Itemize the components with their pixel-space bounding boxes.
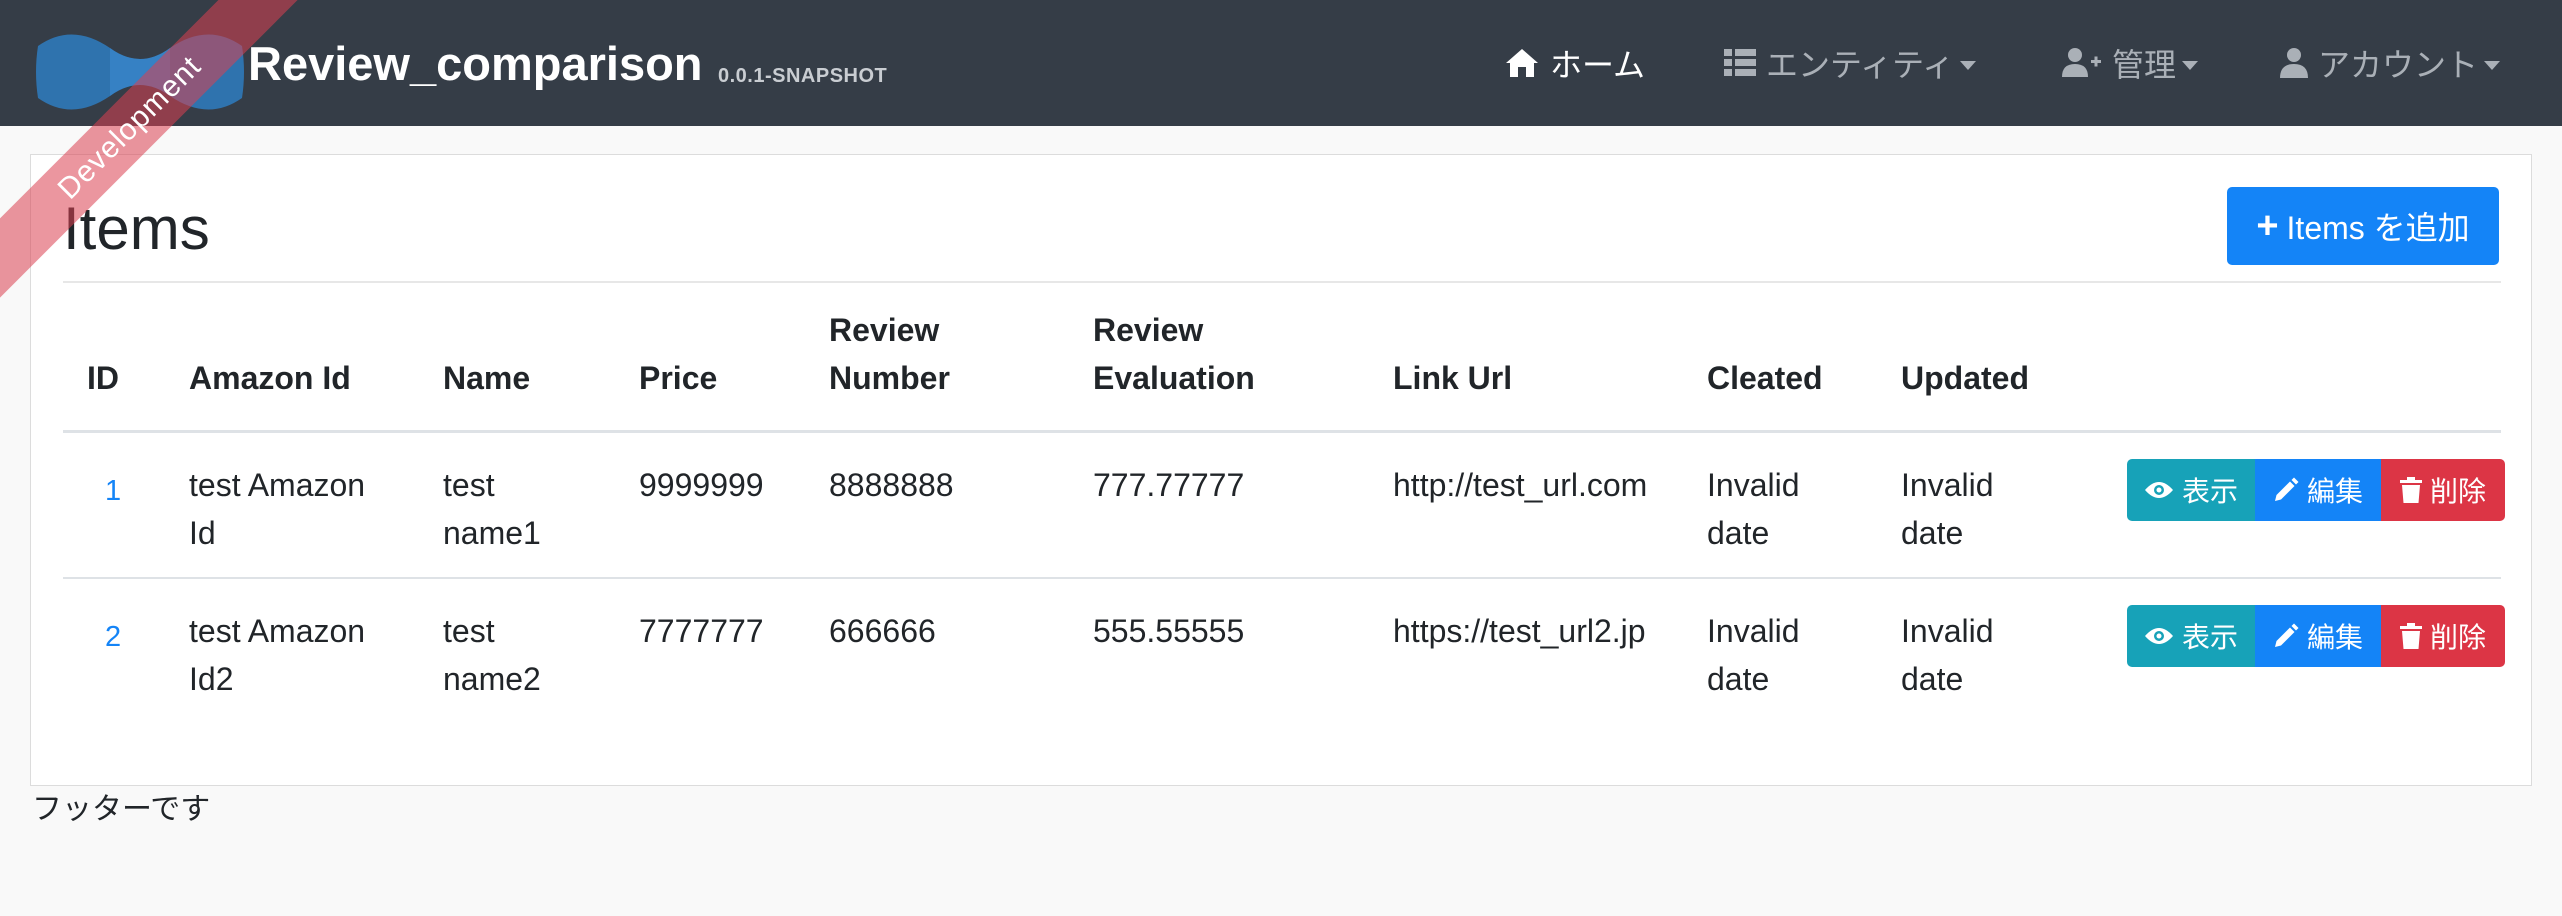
view-button-label: 表示 (2181, 622, 2238, 653)
edit-button[interactable]: 編集 (2255, 605, 2381, 667)
cell-link-url: http://test_url.com (1393, 467, 1648, 503)
cell-review-number: 666666 (829, 613, 936, 649)
pencil-icon (2273, 623, 2299, 649)
col-header-review-number-line1: Review (829, 312, 940, 348)
edit-button-label: 編集 (2306, 622, 2363, 653)
chevron-down-icon (2484, 60, 2501, 70)
cell-cleated: Invalid date (1707, 607, 1800, 703)
cell-name-line2: name2 (443, 661, 541, 697)
nav-admin-label: 管理 (2112, 47, 2177, 83)
delete-button[interactable]: 削除 (2381, 459, 2505, 521)
col-header-review-number[interactable]: Review Number (829, 306, 950, 402)
cell-cleated-line1: Invalid (1707, 613, 1800, 649)
col-header-review-evaluation-line1: Review (1093, 312, 1204, 348)
cell-updated-line1: Invalid (1901, 613, 1994, 649)
cell-review-number: 8888888 (829, 467, 954, 503)
chevron-down-icon (2182, 60, 2199, 70)
cell-updated-line2: date (1901, 515, 1964, 551)
edit-button-label: 編集 (2306, 476, 2363, 507)
brand-title[interactable]: Review_comparison (248, 36, 703, 92)
plus-icon: + (2256, 205, 2279, 247)
table-header: ID Amazon Id Name Price Review Number Re… (63, 283, 2501, 433)
list-icon (1724, 48, 1756, 78)
cell-review-evaluation: 555.55555 (1093, 613, 1245, 649)
pencil-icon (2273, 477, 2299, 503)
nav-admin[interactable]: 管理 (2062, 38, 2199, 88)
view-button-label: 表示 (2181, 476, 2238, 507)
col-header-amazon-id[interactable]: Amazon Id (189, 354, 351, 402)
cell-updated-line1: Invalid (1901, 467, 1994, 503)
col-header-review-evaluation-line2: Evaluation (1093, 360, 1255, 396)
col-header-cleated[interactable]: Cleated (1707, 354, 1823, 402)
col-header-id[interactable]: ID (87, 354, 119, 402)
cell-cleated-line2: date (1707, 661, 1770, 697)
cell-cleated-line2: date (1707, 515, 1770, 551)
cell-amazon-id: test Amazon Id (189, 461, 365, 557)
brand-logo[interactable] (32, 26, 248, 118)
cell-name-line2: name1 (443, 515, 541, 551)
table-row: 1 test Amazon Id test name1 9999999 8888… (63, 433, 2505, 579)
eye-icon (2144, 626, 2174, 646)
row-actions: 表示 編集 削除 (2127, 459, 2505, 521)
view-button[interactable]: 表示 (2127, 459, 2255, 521)
items-table: ID Amazon Id Name Price Review Number Re… (63, 283, 2505, 725)
nav-entities[interactable]: エンティティ (1724, 38, 1977, 88)
col-header-review-number-line2: Number (829, 360, 950, 396)
cell-amazon-id-line1: test Amazon (189, 613, 366, 649)
footer-text: フッターです (32, 793, 211, 826)
col-header-name[interactable]: Name (443, 354, 530, 402)
cell-name-line1: test (443, 467, 495, 503)
user-icon (2280, 47, 2308, 79)
nav-home-label: ホーム (1550, 47, 1646, 83)
cell-updated: Invalid date (1901, 461, 1994, 557)
nav-home[interactable]: ホーム (1504, 38, 1645, 88)
table-row: 2 test Amazon Id2 test name2 7777777 666… (63, 579, 2505, 725)
col-header-link-url[interactable]: Link Url (1393, 354, 1512, 402)
add-item-label: Items を追加 (2286, 210, 2470, 246)
nav-account[interactable]: アカウント (2280, 38, 2501, 88)
col-header-price[interactable]: Price (639, 354, 717, 402)
cell-updated: Invalid date (1901, 607, 1994, 703)
cell-cleated: Invalid date (1707, 461, 1800, 557)
home-icon (1504, 47, 1540, 79)
row-actions: 表示 編集 削除 (2127, 605, 2505, 667)
delete-button[interactable]: 削除 (2381, 605, 2505, 667)
delete-button-label: 削除 (2429, 476, 2486, 507)
brand-version: 0.0.1-SNAPSHOT (718, 65, 888, 87)
view-button[interactable]: 表示 (2127, 605, 2255, 667)
page-title: Items (63, 195, 210, 262)
row-id-link[interactable]: 1 (105, 467, 121, 515)
user-plus-icon (2062, 47, 2102, 79)
add-item-button[interactable]: + Items を追加 (2227, 187, 2499, 265)
nav-account-label: アカウント (2318, 47, 2479, 83)
cell-price: 7777777 (639, 613, 764, 649)
cell-amazon-id-line2: Id (189, 515, 216, 551)
cell-name-line1: test (443, 613, 495, 649)
trash-icon (2399, 477, 2422, 503)
trash-icon (2399, 623, 2422, 649)
cell-amazon-id: test Amazon Id2 (189, 607, 365, 703)
cell-link-url: https://test_url2.jp (1393, 613, 1646, 649)
cell-price: 9999999 (639, 467, 764, 503)
col-header-review-evaluation[interactable]: Review Evaluation (1093, 306, 1255, 402)
row-id-link[interactable]: 2 (105, 613, 121, 661)
cell-amazon-id-line2: Id2 (189, 661, 234, 697)
delete-button-label: 削除 (2429, 622, 2486, 653)
edit-button[interactable]: 編集 (2255, 459, 2381, 521)
eye-icon (2144, 480, 2174, 500)
chevron-down-icon (1960, 60, 1977, 70)
items-card: Items + Items を追加 ID Amazon Id Name Pric… (30, 154, 2532, 786)
nav-entities-label: エンティティ (1766, 47, 1955, 83)
cell-name: test name1 (443, 461, 541, 557)
cell-cleated-line1: Invalid (1707, 467, 1800, 503)
cell-review-evaluation: 777.77777 (1093, 467, 1245, 503)
col-header-updated[interactable]: Updated (1901, 354, 2029, 402)
cell-amazon-id-line1: test Amazon (189, 467, 366, 503)
navbar: Review_comparison 0.0.1-SNAPSHOT ホーム エンテ… (0, 0, 2562, 126)
cell-updated-line2: date (1901, 661, 1964, 697)
cell-name: test name2 (443, 607, 541, 703)
